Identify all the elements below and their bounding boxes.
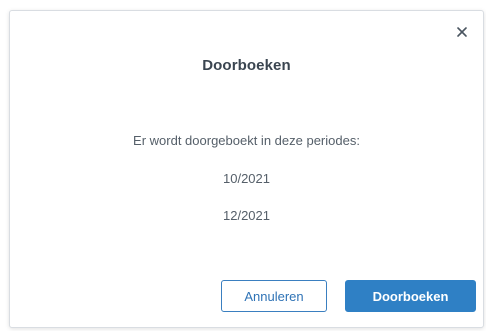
doorboeken-dialog: Doorboeken Er wordt doorgeboekt in deze … bbox=[9, 10, 484, 328]
period-item: 12/2021 bbox=[223, 208, 270, 223]
cancel-button[interactable]: Annuleren bbox=[221, 280, 327, 312]
dialog-message: Er wordt doorgeboekt in deze periodes: bbox=[133, 133, 360, 148]
dialog-title: Doorboeken bbox=[202, 57, 291, 74]
doorboeken-button[interactable]: Doorboeken bbox=[345, 280, 476, 312]
close-icon[interactable] bbox=[453, 23, 471, 41]
period-item: 10/2021 bbox=[223, 171, 270, 186]
